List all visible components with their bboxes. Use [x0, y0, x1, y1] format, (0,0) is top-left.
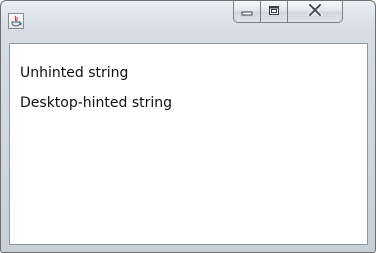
maximize-button[interactable] [261, 1, 288, 23]
minimize-icon [241, 3, 253, 21]
content-pane: Unhinted string Desktop-hinted string [9, 43, 368, 245]
close-icon [307, 1, 323, 21]
unhinted-string-label: Unhinted string [20, 65, 129, 81]
application-window: Unhinted string Desktop-hinted string [0, 0, 376, 253]
desktop-hinted-string-label: Desktop-hinted string [20, 95, 173, 111]
close-button[interactable] [288, 1, 343, 23]
maximize-icon [268, 3, 280, 21]
window-controls [233, 1, 367, 29]
minimize-button[interactable] [233, 1, 261, 23]
title-bar[interactable] [1, 1, 375, 43]
java-icon[interactable] [8, 13, 24, 29]
